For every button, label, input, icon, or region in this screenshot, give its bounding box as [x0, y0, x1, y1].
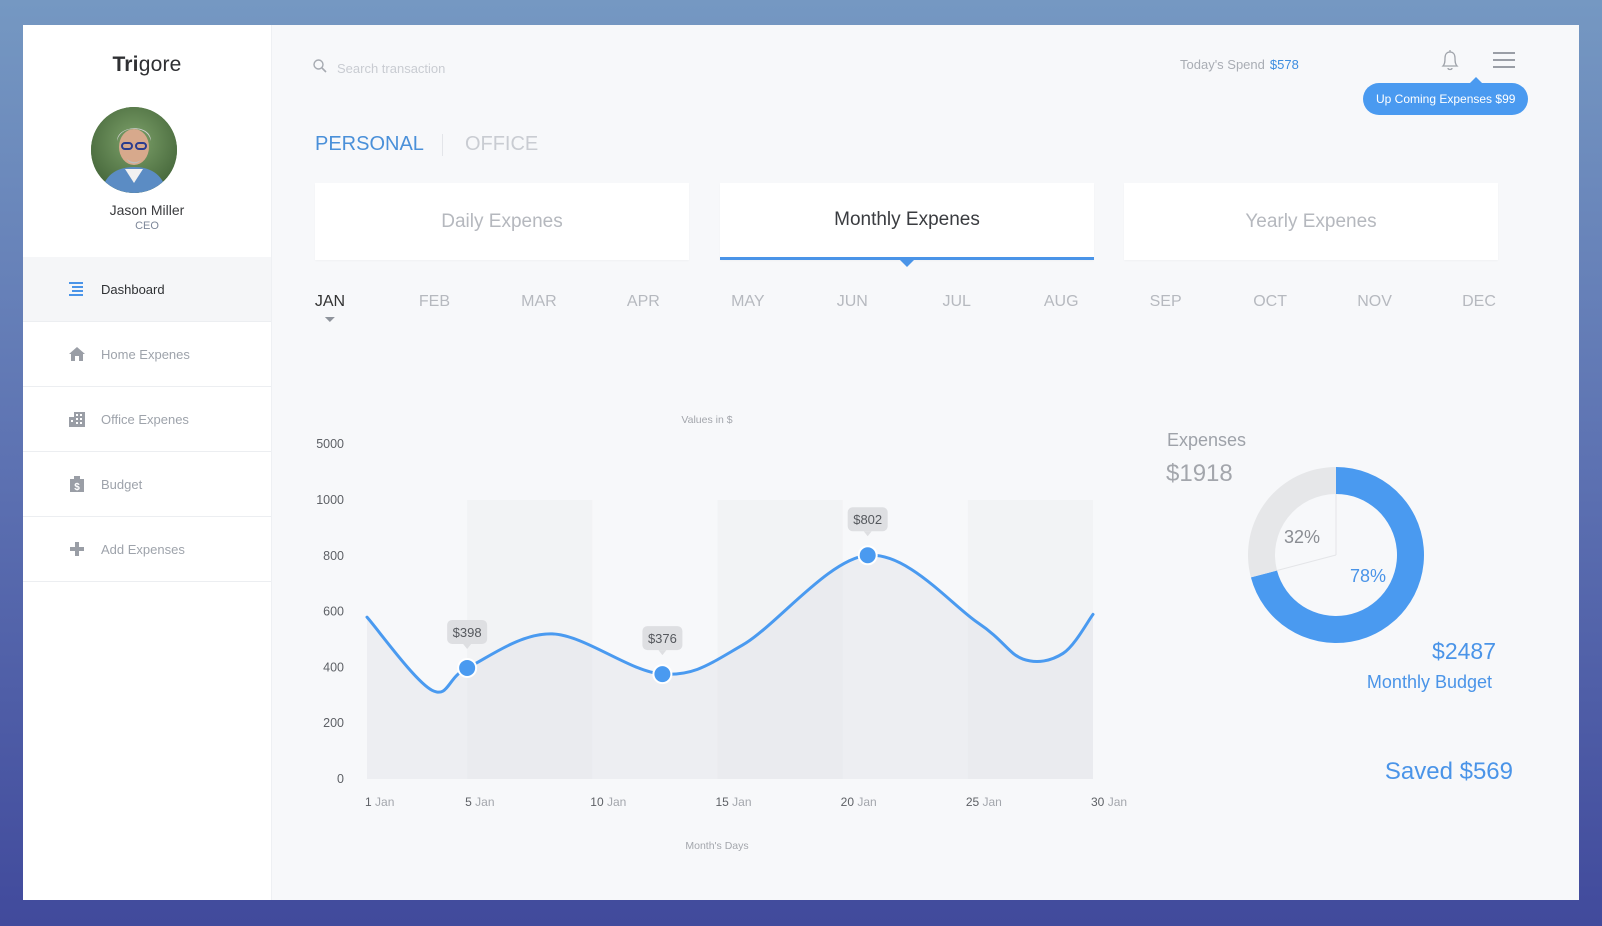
x-tick-label: 15 Jan [715, 795, 751, 809]
y-tick-label: 400 [323, 660, 344, 674]
x-tick-label: 25 Jan [966, 795, 1002, 809]
x-tick-label: 5 Jan [465, 795, 494, 809]
tooltip-pointer [863, 531, 872, 537]
x-tick-label: 1 Jan [365, 795, 394, 809]
expenses-amount: $1918 [1166, 460, 1233, 487]
point-value-label: $398 [453, 625, 482, 640]
point-value-label: $376 [648, 631, 677, 646]
donut-label-expenses: 32% [1284, 527, 1320, 547]
y-tick-label: 5000 [316, 437, 344, 451]
chart-title: Values in $ [681, 414, 732, 426]
y-tick-label: 200 [323, 716, 344, 730]
x-tick-label: 30 Jan [1091, 795, 1127, 809]
daily-expense-chart: 0 200 400 600 800 1000 5000 1 Jan 5 Jan 10 Jan 15 … [316, 414, 1425, 852]
budget-label: Monthly Budget [1366, 672, 1492, 692]
expenses-label: Expenses [1167, 430, 1247, 450]
x-axis-label: Month's Days [685, 840, 748, 852]
y-tick-label: 0 [337, 772, 344, 786]
tooltip-pointer [658, 650, 667, 656]
donut-divider [1276, 554, 1337, 571]
data-point [857, 545, 878, 566]
data-point [457, 657, 478, 678]
donut-slice-expenses [1248, 467, 1336, 578]
budget-amount: $2487 [1432, 638, 1496, 664]
y-tick-label: 600 [323, 605, 344, 619]
saved-amount: Saved $569 [1384, 758, 1513, 785]
data-point [652, 664, 673, 685]
point-value-label: $802 [853, 512, 882, 527]
y-tick-label: 1000 [316, 493, 344, 507]
x-tick-label: 10 Jan [590, 795, 626, 809]
y-tick-label: 800 [323, 549, 344, 563]
app-window: Trigore Jason Miller CEO Dashboard Home … [23, 25, 1579, 900]
x-tick-label: 20 Jan [841, 795, 877, 809]
donut-label-remaining: 78% [1350, 566, 1386, 586]
